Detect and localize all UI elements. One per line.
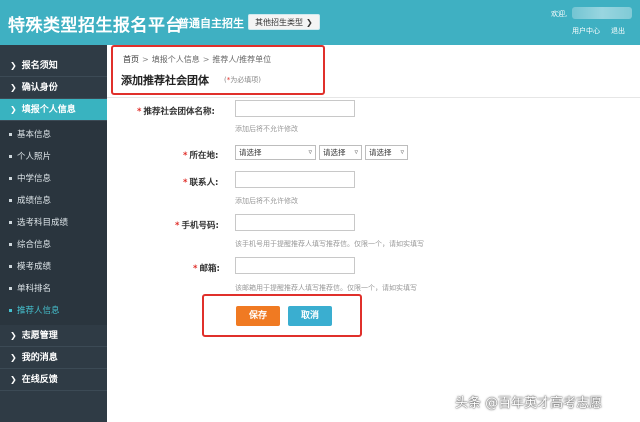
sidebar-item-personal-info[interactable]: ❯ 填报个人信息 (0, 99, 107, 121)
sidebar-item-messages[interactable]: ❯ 我的消息 (0, 347, 107, 369)
bullet-icon (9, 309, 12, 312)
chevron-down-icon: ▿ (400, 148, 404, 156)
sidebar-subitem-elective-grades[interactable]: 选考科目成绩 (0, 212, 107, 234)
chevron-right-icon: ❯ (10, 353, 17, 362)
chevron-right-icon: ❯ (10, 83, 17, 92)
sidebar-item-feedback[interactable]: ❯ 在线反馈 (0, 369, 107, 391)
buttons-highlight-box (202, 294, 362, 337)
sidebar: ❯ 报名须知 ❯ 确认身份 ❯ 填报个人信息 基本信息 个人照片 中学信息 成绩信息 … (0, 45, 107, 422)
sidebar-subitem-subject-ranking[interactable]: 单科排名 (0, 278, 107, 300)
contact-input[interactable] (235, 171, 355, 188)
bullet-icon (9, 287, 12, 290)
breadcrumb-home[interactable]: 首页 (123, 55, 139, 64)
sidebar-subitem-basic-info[interactable]: 基本信息 (0, 124, 107, 146)
contact-label: * 联系人: (183, 178, 219, 188)
chevron-right-icon: ❯ (10, 105, 17, 114)
email-label: * 邮箱: (193, 264, 220, 274)
breadcrumb-personal-info[interactable]: 填报个人信息 (152, 55, 200, 64)
main-content: 首页 > 填报个人信息 > 推荐人/推荐单位 添加推荐社会团体 (*为必填项) * 推荐社… (107, 45, 640, 422)
bullet-icon (9, 221, 12, 224)
other-admission-type-button[interactable]: 其他招生类型 ❯ (248, 14, 320, 30)
admission-mode: 普通自主招生 (178, 17, 244, 30)
contact-hint: 添加后将不允许修改 (235, 197, 298, 205)
phone-hint: 该手机号用于提醒推荐人填写推荐信。仅限一个，请如实填写 (235, 240, 424, 248)
bullet-icon (9, 265, 12, 268)
email-hint: 该邮箱用于提醒推荐人填写推荐信。仅限一个，请如实填写 (235, 284, 417, 292)
district-select[interactable]: 请选择 ▿ (365, 145, 408, 160)
other-admission-type-label: 其他招生类型 (255, 18, 303, 27)
required-note: (*为必填项) (224, 76, 261, 84)
divider (107, 97, 640, 98)
breadcrumb-separator: > (142, 55, 149, 64)
sidebar-subitem-mock-exam[interactable]: 模考成绩 (0, 256, 107, 278)
chevron-right-icon: ❯ (306, 18, 313, 27)
sidebar-subitem-grades[interactable]: 成绩信息 (0, 190, 107, 212)
chevron-down-icon: ▿ (308, 148, 312, 156)
sidebar-item-registration-notice[interactable]: ❯ 报名须知 (0, 55, 107, 77)
sidebar-submenu: 基本信息 个人照片 中学信息 成绩信息 选考科目成绩 综合信息 模考成绩 单科排… (0, 121, 107, 325)
bullet-icon (9, 177, 12, 180)
blurred-username (572, 7, 632, 19)
save-button[interactable]: 保存 (236, 306, 280, 326)
sidebar-subitem-photo[interactable]: 个人照片 (0, 146, 107, 168)
watermark: 头条 @百年英才高考志愿 (455, 396, 603, 411)
sidebar-item-confirm-identity[interactable]: ❯ 确认身份 (0, 77, 107, 99)
page-title: 添加推荐社会团体 (121, 74, 209, 87)
logout-link[interactable]: 退出 (611, 26, 625, 36)
province-select[interactable]: 请选择 ▿ (235, 145, 316, 160)
top-header: 特殊类型招生报名平台 普通自主招生 其他招生类型 ❯ 欢迎, 用户中心 退出 (0, 0, 640, 45)
org-name-input[interactable] (235, 100, 355, 117)
cancel-button[interactable]: 取消 (288, 306, 332, 326)
phone-input[interactable] (235, 214, 355, 231)
breadcrumb: 首页 > 填报个人信息 > 推荐人/推荐单位 (123, 54, 271, 65)
email-input[interactable] (235, 257, 355, 274)
chevron-right-icon: ❯ (10, 375, 17, 384)
phone-label: * 手机号码: (175, 221, 219, 231)
sidebar-subitem-school-info[interactable]: 中学信息 (0, 168, 107, 190)
bullet-icon (9, 155, 12, 158)
platform-title: 特殊类型招生报名平台 (8, 16, 183, 36)
bullet-icon (9, 199, 12, 202)
org-name-label: * 推荐社会团体名称: (137, 107, 215, 117)
bullet-icon (9, 133, 12, 136)
sidebar-subitem-general-info[interactable]: 综合信息 (0, 234, 107, 256)
chevron-down-icon: ▿ (354, 148, 358, 156)
breadcrumb-recommender: 推荐人/推荐单位 (212, 55, 272, 64)
welcome-text: 欢迎, (551, 10, 568, 18)
location-label: * 所在地: (183, 151, 219, 161)
chevron-right-icon: ❯ (10, 331, 17, 340)
city-select[interactable]: 请选择 ▿ (319, 145, 362, 160)
chevron-right-icon: ❯ (10, 61, 17, 70)
user-center-link[interactable]: 用户中心 (572, 26, 600, 36)
bullet-icon (9, 243, 12, 246)
sidebar-item-preference[interactable]: ❯ 志愿管理 (0, 325, 107, 347)
org-name-hint: 添加后将不允许修改 (235, 125, 298, 133)
breadcrumb-separator: > (202, 55, 210, 64)
sidebar-subitem-recommender[interactable]: 推荐人信息 (0, 300, 107, 322)
